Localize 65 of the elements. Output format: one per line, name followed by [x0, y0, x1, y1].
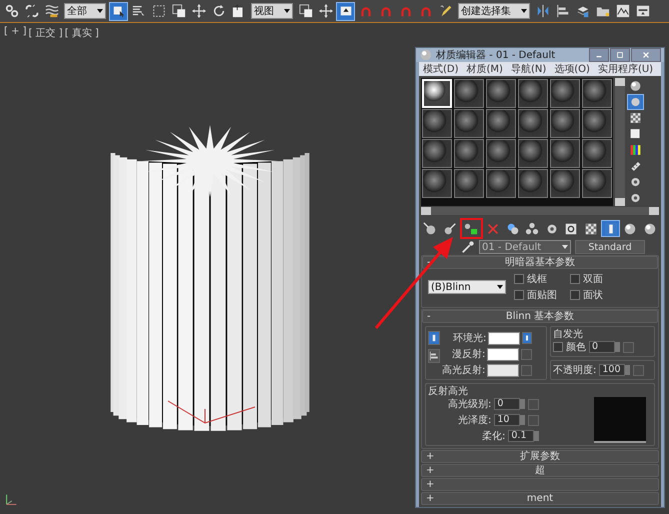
highlight-curve-preview [594, 397, 646, 443]
viewport-label[interactable]: [ + ] [4, 26, 27, 40]
link-button[interactable] [522, 332, 532, 344]
menu-item[interactable]: 选项(O) [554, 62, 590, 76]
menu-item[interactable]: 导航(N) [510, 62, 546, 76]
rollout-header[interactable]: + [421, 478, 659, 491]
maximize-button[interactable] [610, 48, 630, 62]
rollout-header[interactable]: - Blinn 基本参数 [422, 310, 658, 323]
rollout-header[interactable]: - 明暗器基本参数 [422, 256, 658, 269]
close-icon [642, 51, 650, 59]
app-icon [419, 48, 433, 62]
number-field[interactable]: 0 [589, 341, 615, 353]
dropdown[interactable]: 创建选择集 [458, 3, 530, 19]
menu-item[interactable]: 实用程序(U) [598, 62, 654, 76]
field-label: 光泽度: [458, 414, 492, 427]
checkbox[interactable] [514, 274, 524, 284]
field-label: 高光级别: [448, 398, 492, 411]
checkbox[interactable] [514, 290, 524, 300]
viewport-label[interactable]: [ 真实 ] [64, 26, 99, 40]
color-swatch[interactable] [488, 332, 520, 344]
number-field[interactable]: 0.1 [508, 430, 534, 442]
material-type-button[interactable]: Standard [575, 240, 645, 254]
color-label: 环境光: [453, 332, 486, 345]
bar-icon[interactable] [601, 220, 620, 237]
material-name-dropdown[interactable]: 01 - Default [479, 240, 571, 254]
keyboard-icon[interactable] [336, 2, 355, 20]
axis-icon [4, 493, 18, 507]
color-swatch[interactable] [487, 364, 520, 376]
color-swatch[interactable] [487, 348, 520, 360]
lock-button[interactable] [428, 331, 440, 345]
menu-item[interactable]: 模式(D) [423, 62, 459, 76]
cursor-icon[interactable] [109, 2, 128, 20]
viewport-label[interactable]: [ 正交 ] [28, 26, 63, 40]
group-title: 反射高光 [428, 386, 469, 397]
menu-item[interactable]: 材质(M) [466, 62, 503, 76]
dropdown[interactable]: 全部 [64, 3, 106, 19]
field-label: 柔化: [482, 430, 506, 443]
eyedropper-icon[interactable] [461, 240, 475, 254]
rollout-header[interactable]: + 扩展参数 [421, 450, 659, 463]
checkbox-label: 颜色 [566, 340, 586, 354]
rollout-header[interactable]: + ment [421, 492, 659, 505]
close-button[interactable] [631, 48, 661, 62]
dropdown[interactable]: 视图 [251, 3, 293, 19]
checkbox[interactable] [570, 274, 580, 284]
group-title: 自发光 [553, 329, 584, 340]
rollout-header[interactable]: + 超 [421, 464, 659, 477]
checkbox[interactable] [553, 342, 563, 352]
scrollbar[interactable] [421, 207, 659, 215]
checkbox[interactable] [570, 290, 580, 300]
maximize-icon [616, 51, 624, 59]
window-title: 材质编辑器 - 01 - Default [436, 48, 556, 62]
color-label: 漫反射: [452, 348, 486, 361]
color-label: 高光反射: [442, 364, 486, 377]
checkbox-label: 线框 [527, 272, 547, 286]
scrollbar[interactable] [615, 78, 625, 206]
number-field[interactable]: 0 [494, 398, 520, 410]
checkbox-label: 双面 [583, 273, 603, 286]
minimize-button[interactable] [589, 48, 609, 62]
number-field[interactable]: 100 [599, 364, 626, 376]
field-label: 不透明度: [553, 364, 596, 377]
lock-button[interactable] [428, 349, 440, 363]
checkbox-label: 面状 [583, 288, 603, 302]
number-field[interactable]: 10 [494, 414, 520, 426]
checkbox-label: 面贴图 [527, 288, 557, 302]
shader-dropdown[interactable]: (B)Blinn [428, 280, 506, 294]
